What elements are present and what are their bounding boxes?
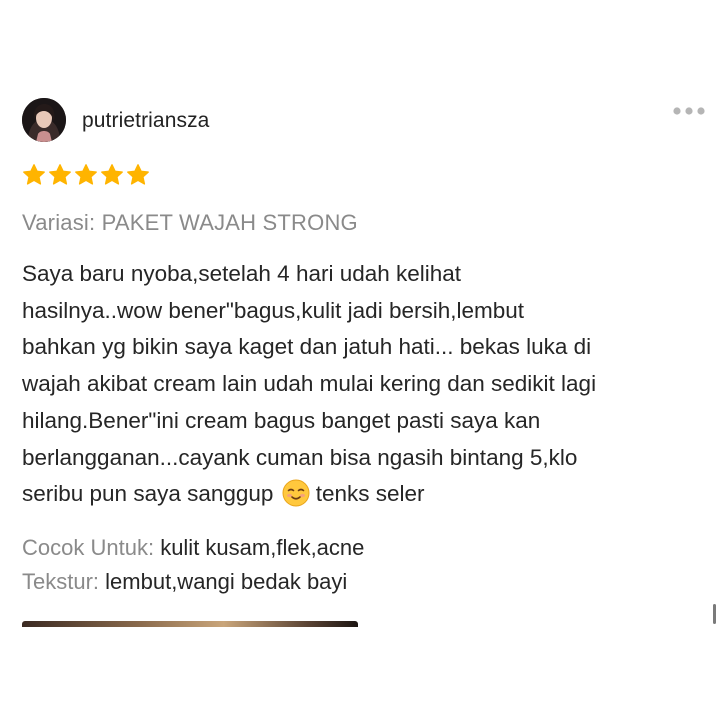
more-options-button[interactable] xyxy=(672,104,706,118)
review-header: putrietriansza xyxy=(22,98,712,142)
review-line-last: seribu pun saya sanggup tenks seler xyxy=(22,476,712,513)
review-line: hilang.Bener"ini cream bagus banget past… xyxy=(22,407,541,433)
star-icon xyxy=(127,164,149,185)
star-icon xyxy=(75,164,97,185)
star-icon xyxy=(49,164,71,185)
review-body: Saya baru nyoba,setelah 4 hari udah keli… xyxy=(22,256,712,513)
review-line: wajah akibat cream lain udah mulai kerin… xyxy=(22,371,597,397)
attribute-row: Cocok Untuk: kulit kusam,flek,acne xyxy=(22,531,364,565)
avatar[interactable] xyxy=(22,98,66,142)
star-icon xyxy=(23,164,45,185)
attribute-row: Tekstur: lembut,wangi bedak bayi xyxy=(22,565,364,599)
review-line-text: seribu pun saya sanggup xyxy=(22,481,274,507)
avatar-image xyxy=(22,98,66,142)
username[interactable]: putrietriansza xyxy=(82,109,209,133)
review-line: bahkan yg bikin saya kaget dan jatuh hat… xyxy=(22,334,592,360)
variation-label: Variasi: PAKET WAJAH STRONG xyxy=(22,210,358,235)
star-icon xyxy=(101,164,123,185)
scrollbar[interactable] xyxy=(713,604,716,624)
review-attributes: Cocok Untuk: kulit kusam,flek,acne Tekst… xyxy=(22,531,364,599)
more-horizontal-icon xyxy=(673,107,705,115)
review-card: putrietriansza Variasi: PAKET WAJAH STRO… xyxy=(0,0,726,726)
review-line: hasilnya..wow bener"bagus,kulit jadi ber… xyxy=(22,297,525,323)
review-photo-thumbnail[interactable] xyxy=(22,621,358,627)
attribute-value: lembut,wangi bedak bayi xyxy=(105,569,348,594)
smiling-face-emoji xyxy=(282,479,310,507)
review-line-text: tenks seler xyxy=(315,481,425,507)
review-line: berlangganan...cayank cuman bisa ngasih … xyxy=(22,444,578,470)
rating-stars xyxy=(22,163,150,187)
attribute-label: Tekstur: xyxy=(22,569,100,594)
review-line: Saya baru nyoba,setelah 4 hari udah keli… xyxy=(22,261,462,286)
attribute-value: kulit kusam,flek,acne xyxy=(160,535,365,560)
attribute-label: Cocok Untuk: xyxy=(22,535,155,560)
